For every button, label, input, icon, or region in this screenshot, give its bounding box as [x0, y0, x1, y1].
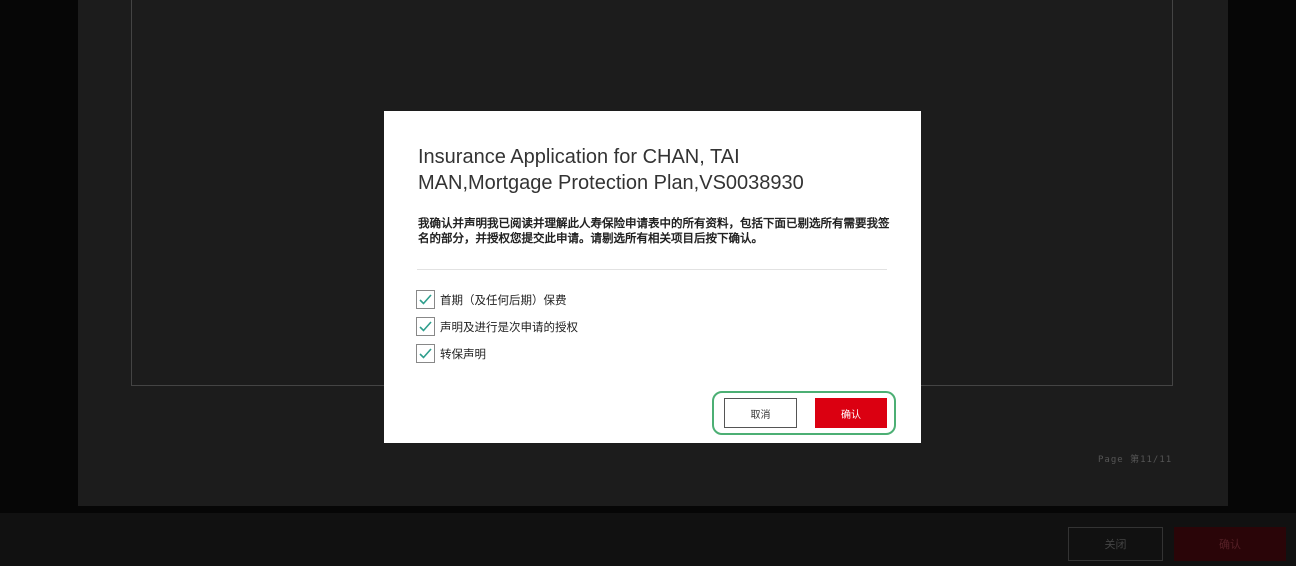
page-indicator: Page 第11/11	[1098, 455, 1173, 465]
checkmark-icon	[419, 348, 432, 359]
confirmation-dialog: Insurance Application for CHAN, TAI MAN,…	[384, 111, 921, 443]
dialog-title: Insurance Application for CHAN, TAI MAN,…	[418, 146, 804, 194]
checkbox-list: 首期（及任何后期）保费 声明及进行是次申请的授权 转保声明	[416, 289, 578, 370]
checkmark-icon	[419, 294, 432, 305]
checkbox[interactable]	[416, 344, 435, 363]
cancel-button[interactable]: 取消	[724, 398, 797, 428]
checkbox-label: 首期（及任何后期）保费	[440, 292, 567, 307]
checkbox-item-premium[interactable]: 首期（及任何后期）保费	[416, 289, 578, 310]
divider	[417, 269, 887, 270]
dialog-description: 我确认并声明我已阅读并理解此人寿保险申请表中的所有资料，包括下面已剔选所有需要我…	[418, 216, 890, 245]
checkbox-item-authorization[interactable]: 声明及进行是次申请的授权	[416, 316, 578, 337]
close-button[interactable]: 关闭	[1068, 527, 1163, 561]
checkbox-label: 声明及进行是次申请的授权	[440, 319, 578, 334]
checkbox[interactable]	[416, 290, 435, 309]
bottom-confirm-button[interactable]: 确认	[1174, 527, 1286, 561]
checkbox-label: 转保声明	[440, 346, 486, 361]
checkbox-item-replacement[interactable]: 转保声明	[416, 343, 578, 364]
checkmark-icon	[419, 321, 432, 332]
checkbox[interactable]	[416, 317, 435, 336]
confirm-button[interactable]: 确认	[815, 398, 887, 428]
